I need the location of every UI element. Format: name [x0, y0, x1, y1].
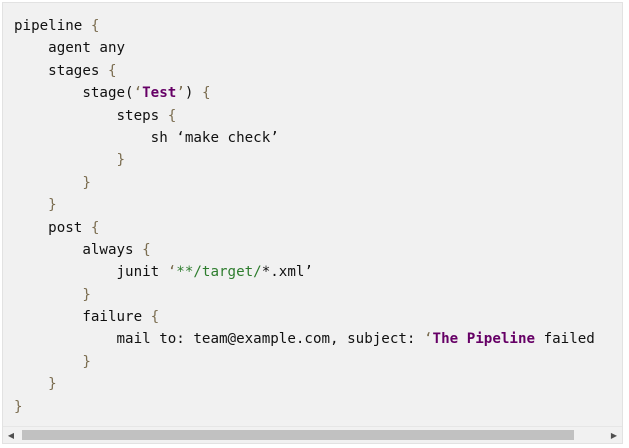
scrollbar-track[interactable]: [19, 430, 606, 440]
code-token: steps: [14, 107, 168, 124]
code-token: stages: [14, 62, 108, 79]
code-token: agent any: [14, 40, 126, 57]
code-area: pipeline { agent any stages { stage(‘Tes…: [14, 15, 622, 427]
code-token: ‘: [167, 264, 177, 281]
code-line: }: [14, 284, 622, 306]
code-token: {: [90, 18, 100, 34]
code-line: stage(‘Test’) {: [14, 82, 622, 104]
code-line: }: [14, 351, 622, 373]
code-token: {: [142, 241, 151, 258]
code-line: }: [14, 373, 622, 395]
code-token: ’: [176, 85, 185, 102]
code-token: }: [14, 174, 91, 191]
code-token: }: [14, 376, 57, 393]
code-token: {: [150, 309, 160, 326]
code-token: stage(: [14, 85, 134, 102]
code-token: Test: [142, 85, 177, 102]
code-token: {: [167, 107, 177, 124]
code-line: post {: [14, 217, 622, 239]
code-token: }: [14, 398, 23, 415]
code-line: }: [14, 194, 622, 216]
code-token: ): [184, 85, 202, 102]
code-line: pipeline {: [14, 15, 622, 37]
code-token: **/target/: [176, 264, 262, 281]
code-token: {: [90, 219, 100, 236]
code-token: {: [107, 62, 117, 79]
code-line: mail to: team@example.com, subject: ‘The…: [14, 328, 622, 350]
code-token: failed: [535, 331, 595, 348]
code-line: stages {: [14, 60, 622, 82]
code-line: }: [14, 149, 622, 171]
code-token: sh ‘make check’: [14, 129, 279, 146]
code-block: pipeline { agent any stages { stage(‘Tes…: [2, 2, 623, 444]
code-line: }: [14, 172, 622, 194]
code-line: steps {: [14, 105, 622, 127]
code-token: failure: [14, 309, 151, 326]
code-token: pipeline: [14, 18, 91, 34]
code-line: failure {: [14, 306, 622, 328]
code-token: }: [14, 197, 57, 214]
scroll-right-icon[interactable]: ▶: [606, 427, 622, 443]
code-token: }: [14, 286, 91, 303]
code-token: ‘: [424, 331, 433, 348]
code-line: always {: [14, 239, 622, 261]
code-token: *.xml’: [261, 264, 313, 281]
code-line: sh ‘make check’: [14, 127, 622, 149]
code-token: }: [14, 353, 91, 370]
code-line: junit ‘**/target/*.xml’: [14, 261, 622, 283]
code-token: post: [14, 219, 91, 236]
horizontal-scrollbar[interactable]: ◀ ▶: [3, 426, 622, 443]
code-token: The Pipeline: [432, 331, 536, 348]
scrollbar-thumb[interactable]: [22, 430, 574, 440]
code-line: agent any: [14, 37, 622, 59]
code-token: ‘: [133, 85, 143, 102]
code-token: junit: [14, 264, 168, 281]
code-token: mail to: team@example.com, subject:: [14, 331, 424, 348]
code-token: always: [14, 241, 143, 258]
code-line: }: [14, 396, 622, 418]
code-token: }: [14, 152, 126, 169]
code-token: {: [201, 85, 211, 102]
scroll-left-icon[interactable]: ◀: [3, 427, 19, 443]
